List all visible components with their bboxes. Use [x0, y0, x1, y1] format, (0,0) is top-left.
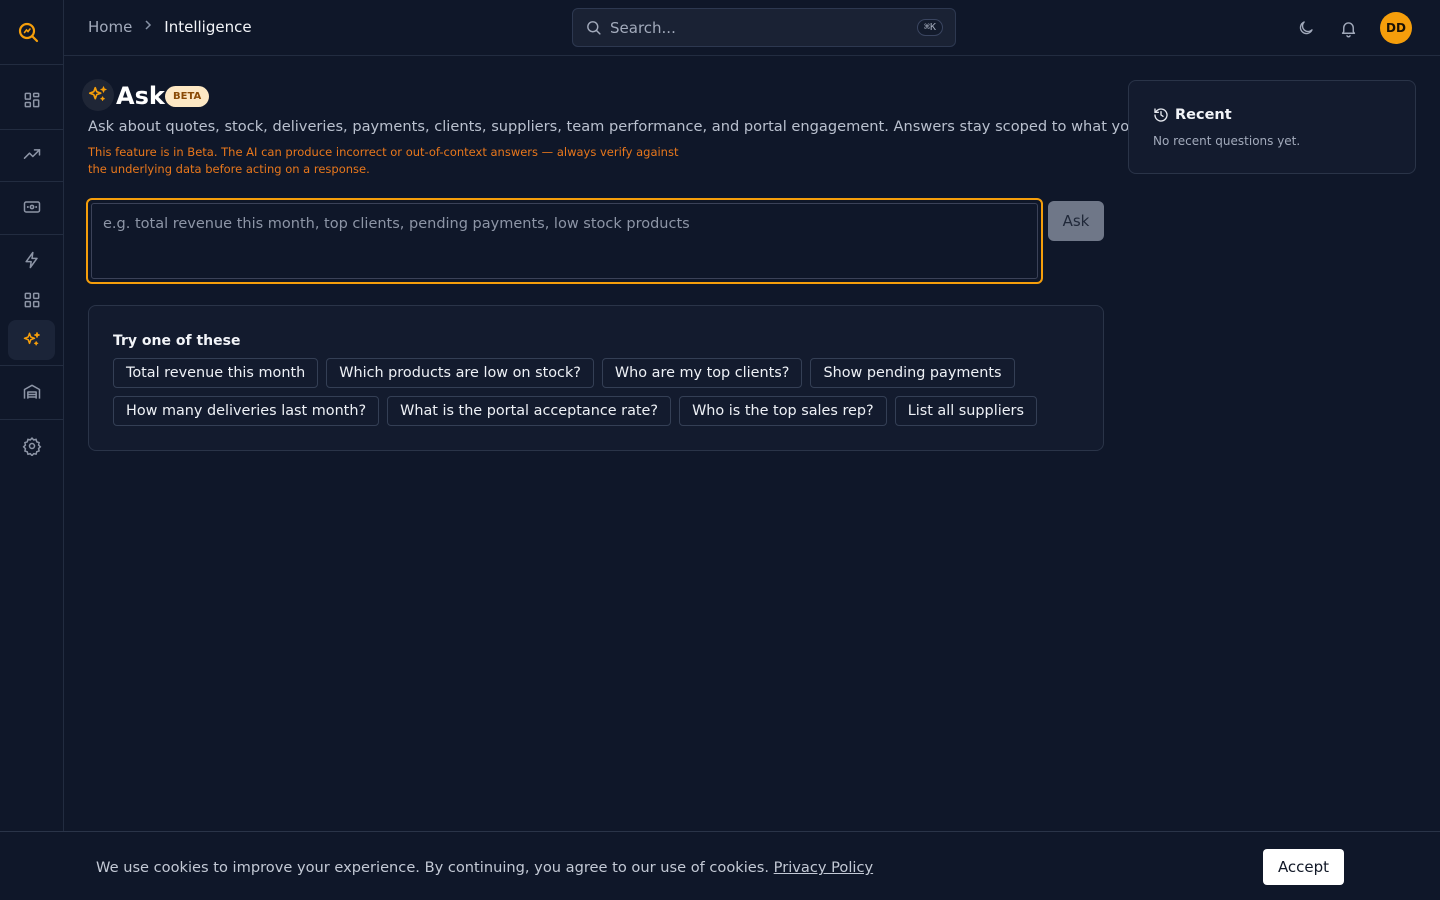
suggestion-chip[interactable]: Who is the top sales rep? — [679, 396, 887, 426]
beta-badge: BETA — [165, 86, 210, 107]
search-logo-icon[interactable] — [14, 18, 42, 46]
suggestion-row: How many deliveries last month? What is … — [113, 396, 1037, 426]
ask-button[interactable]: Ask — [1048, 201, 1104, 241]
suggestion-chip[interactable]: Who are my top clients? — [601, 358, 803, 388]
cash-icon — [23, 201, 40, 213]
shortcut-badge: ⌘K — [916, 19, 943, 36]
sidebar-divider — [0, 234, 63, 235]
suggestion-chip[interactable]: List all suppliers — [894, 396, 1037, 426]
bell-icon[interactable] — [1338, 18, 1358, 38]
suggestion-chip[interactable]: How many deliveries last month? — [113, 396, 380, 426]
suggestions-title: Try one of these — [113, 333, 241, 349]
suggestion-chip[interactable]: Show pending payments — [810, 358, 1015, 388]
history-icon — [1154, 108, 1168, 122]
sidebar-divider — [0, 419, 63, 420]
sidebar-divider — [0, 365, 63, 366]
sidebar-item-dashboard[interactable] — [8, 80, 55, 120]
lightning-icon — [24, 251, 38, 269]
breadcrumb-home[interactable]: Home — [88, 18, 132, 36]
recent-title: Recent — [1175, 107, 1232, 123]
privacy-policy-link[interactable]: Privacy Policy — [774, 859, 873, 876]
trending-up-icon — [23, 149, 40, 159]
recent-header: Recent — [1153, 107, 1232, 123]
sidebar-item-settings[interactable] — [8, 426, 55, 466]
sparkles-icon — [82, 79, 114, 111]
recent-card: Recent No recent questions yet. — [1128, 80, 1416, 174]
sidebar-divider — [0, 64, 63, 65]
recent-empty-text: No recent questions yet. — [1153, 134, 1301, 148]
grid-icon — [24, 92, 39, 108]
warning-line: This feature is in Beta. The AI can prod… — [88, 145, 679, 159]
warning-line: the underlying data before acting on a r… — [88, 162, 370, 176]
moon-icon[interactable] — [1296, 18, 1316, 38]
gear-icon — [22, 436, 41, 456]
accept-cookies-button[interactable]: Accept — [1263, 849, 1344, 885]
grid-icon — [24, 292, 39, 308]
sidebar — [0, 0, 64, 900]
search-input[interactable]: Search... ⌘K — [572, 8, 956, 47]
warehouse-icon — [23, 384, 40, 399]
breadcrumb: Home Intelligence — [88, 18, 252, 36]
header-actions: DD — [1296, 12, 1412, 44]
question-input[interactable] — [91, 203, 1038, 279]
sparkles-icon — [23, 332, 40, 346]
sidebar-divider — [0, 181, 63, 182]
sidebar-item-intelligence[interactable] — [8, 320, 55, 360]
cookie-banner: We use cookies to improve your experienc… — [0, 831, 1440, 900]
avatar[interactable]: DD — [1380, 12, 1412, 44]
sidebar-divider — [0, 129, 63, 130]
suggestion-chip[interactable]: Which products are low on stock? — [326, 358, 594, 388]
page-subtitle: Ask about quotes, stock, deliveries, pay… — [88, 118, 1205, 135]
cookie-message: We use cookies to improve your experienc… — [96, 859, 873, 876]
suggestion-chip[interactable]: Total revenue this month — [113, 358, 319, 388]
sidebar-item-payments[interactable] — [8, 187, 55, 227]
sidebar-item-analytics[interactable] — [8, 134, 55, 174]
cookie-text: We use cookies to improve your experienc… — [96, 859, 770, 876]
search-icon — [587, 21, 601, 35]
search-placeholder: Search... — [610, 18, 676, 37]
sidebar-item-automation[interactable] — [8, 240, 55, 280]
beta-warning: This feature is in Beta. The AI can prod… — [88, 144, 688, 178]
page-title: Ask — [116, 82, 165, 110]
top-bar: Home Intelligence Search... ⌘K DD — [64, 0, 1440, 56]
suggestion-chip[interactable]: What is the portal acceptance rate? — [387, 396, 672, 426]
sidebar-item-apps[interactable] — [8, 280, 55, 320]
question-input-wrapper — [86, 198, 1043, 284]
suggestion-row: Total revenue this month Which products … — [113, 358, 1015, 388]
suggestions-card: Try one of these Total revenue this mont… — [88, 305, 1104, 451]
breadcrumb-current: Intelligence — [164, 18, 252, 36]
chevron-right-icon — [142, 19, 154, 35]
sidebar-item-warehouse[interactable] — [8, 372, 55, 412]
